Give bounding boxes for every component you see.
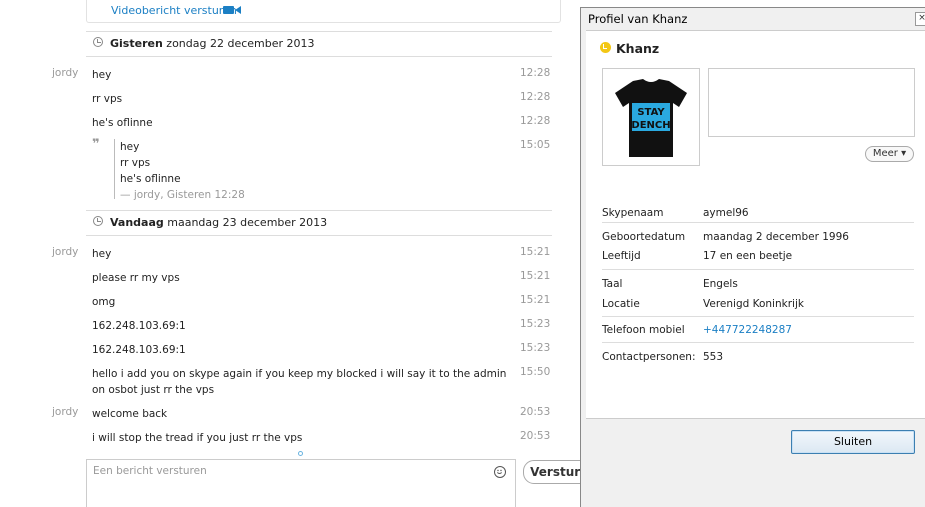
- dialog-title: Profiel van Khanz: [588, 12, 688, 26]
- field-value: Verenigd Koninkrijk: [703, 298, 804, 310]
- message-time: 12:28: [520, 91, 551, 103]
- message-text: rr vps: [92, 93, 123, 105]
- message-input[interactable]: Een bericht versturen: [86, 459, 516, 507]
- divider: [602, 342, 914, 343]
- quote-line: rr vps: [120, 157, 151, 169]
- field-value: Engels: [703, 278, 738, 290]
- video-camera-icon: [223, 6, 234, 14]
- day-label: Vandaag: [110, 216, 164, 229]
- day-separator-today: Vandaag maandag 23 december 2013: [86, 210, 552, 236]
- field-value: aymel96: [703, 207, 749, 219]
- quote-time-row: 15:05: [0, 135, 560, 157]
- field-label: Skypenaam: [602, 207, 664, 219]
- avatar-text-line: DENCH: [631, 120, 670, 131]
- profile-panel: Khanz STAY DENCH Meer ▾ Skypenaam aymel9…: [586, 30, 925, 419]
- message-row: 162.248.103.69:1 15:23: [0, 338, 560, 360]
- message-row: please rr my vps 15:21: [0, 266, 560, 288]
- avatar: STAY DENCH: [602, 68, 700, 166]
- quote-source: — jordy, Gisteren 12:28: [120, 189, 245, 201]
- message-time: 15:23: [520, 318, 551, 330]
- message-input-placeholder: Een bericht versturen: [93, 465, 207, 477]
- message-text: omg: [92, 296, 116, 308]
- message-row: omg 15:21: [0, 290, 560, 312]
- message-text: please rr my vps: [92, 272, 180, 284]
- field-label: Locatie: [602, 298, 640, 310]
- message-text: hey: [92, 69, 112, 81]
- message-text: he's oflinne: [92, 117, 153, 129]
- video-camera-lens-icon: [235, 6, 241, 14]
- field-label: Telefoon mobiel: [602, 324, 685, 336]
- day-date: zondag 22 december 2013: [162, 37, 315, 50]
- message-text: hello i add you on skype again if you ke…: [92, 368, 507, 396]
- message-time: 20:53: [520, 430, 551, 442]
- phone-link[interactable]: +447722248287: [703, 324, 792, 336]
- message-text: welcome back: [92, 408, 168, 420]
- message-text: 162.248.103.69:1: [92, 320, 186, 332]
- divider: [602, 316, 914, 317]
- close-icon[interactable]: ×: [915, 12, 925, 26]
- message-row: rr vps 12:28: [0, 87, 560, 109]
- message-time: 15:21: [520, 246, 551, 258]
- message-row: i will stop the tread if you just rr the…: [0, 426, 560, 448]
- message-row: jordy hey 15:21: [0, 242, 560, 264]
- field-value: 553: [703, 351, 724, 363]
- message-sender: jordy: [52, 246, 79, 258]
- mood-message-box: [708, 68, 915, 137]
- message-time: 15:50: [520, 366, 551, 378]
- video-message-label[interactable]: Videobericht versturen: [111, 4, 237, 17]
- avatar-text-line: STAY: [637, 107, 665, 118]
- field-value: maandag 2 december 1996: [703, 231, 849, 243]
- message-row: hello i add you on skype again if you ke…: [0, 362, 560, 402]
- message-row: jordy welcome back 20:53: [0, 402, 560, 424]
- day-label: Gisteren: [110, 37, 163, 50]
- message-text: i will stop the tread if you just rr the…: [92, 432, 303, 444]
- video-message-link[interactable]: Videobericht versturen: [86, 0, 561, 23]
- profile-dialog: Profiel van Khanz × Khanz STAY DENCH Mee…: [580, 7, 925, 507]
- message-sender: jordy: [52, 67, 79, 79]
- quote-line: he's oflinne: [120, 173, 181, 185]
- clock-icon: [93, 216, 103, 226]
- message-time: 15:21: [520, 270, 551, 282]
- field-label: Taal: [602, 278, 623, 290]
- tshirt-avatar-image: STAY DENCH: [615, 79, 687, 157]
- message-time: 12:28: [520, 115, 551, 127]
- divider: [602, 222, 914, 223]
- clock-icon: [93, 37, 103, 47]
- message-row: jordy hey 12:28: [0, 63, 560, 85]
- field-label: Contactpersonen:: [602, 351, 696, 363]
- chat-pane: Videobericht versturen Gisteren zondag 2…: [0, 0, 604, 507]
- field-label: Geboortedatum: [602, 231, 686, 243]
- status-away-icon: [600, 42, 611, 53]
- field-label: Leeftijd: [602, 250, 641, 262]
- message-row: he's oflinne 12:28: [0, 111, 560, 133]
- typing-indicator-icon: [298, 451, 303, 456]
- more-button[interactable]: Meer ▾: [865, 146, 914, 162]
- emoticon-icon[interactable]: [494, 466, 506, 478]
- field-value: 17 en een beetje: [703, 250, 793, 262]
- profile-name: Khanz: [616, 41, 660, 56]
- message-sender: jordy: [52, 406, 79, 418]
- day-separator-yesterday: Gisteren zondag 22 december 2013: [86, 31, 552, 57]
- message-time: 15:23: [520, 342, 551, 354]
- day-date: maandag 23 december 2013: [163, 216, 328, 229]
- message-time: 12:28: [520, 67, 551, 79]
- message-row: 162.248.103.69:1 15:23: [0, 314, 560, 336]
- dialog-titlebar: Profiel van Khanz ×: [581, 8, 925, 30]
- message-text: hey: [92, 248, 112, 260]
- message-time: 20:53: [520, 406, 551, 418]
- message-time: 15:21: [520, 294, 551, 306]
- message-text: 162.248.103.69:1: [92, 344, 186, 356]
- close-button[interactable]: Sluiten: [791, 430, 915, 454]
- divider: [602, 269, 914, 270]
- message-time: 15:05: [520, 139, 551, 151]
